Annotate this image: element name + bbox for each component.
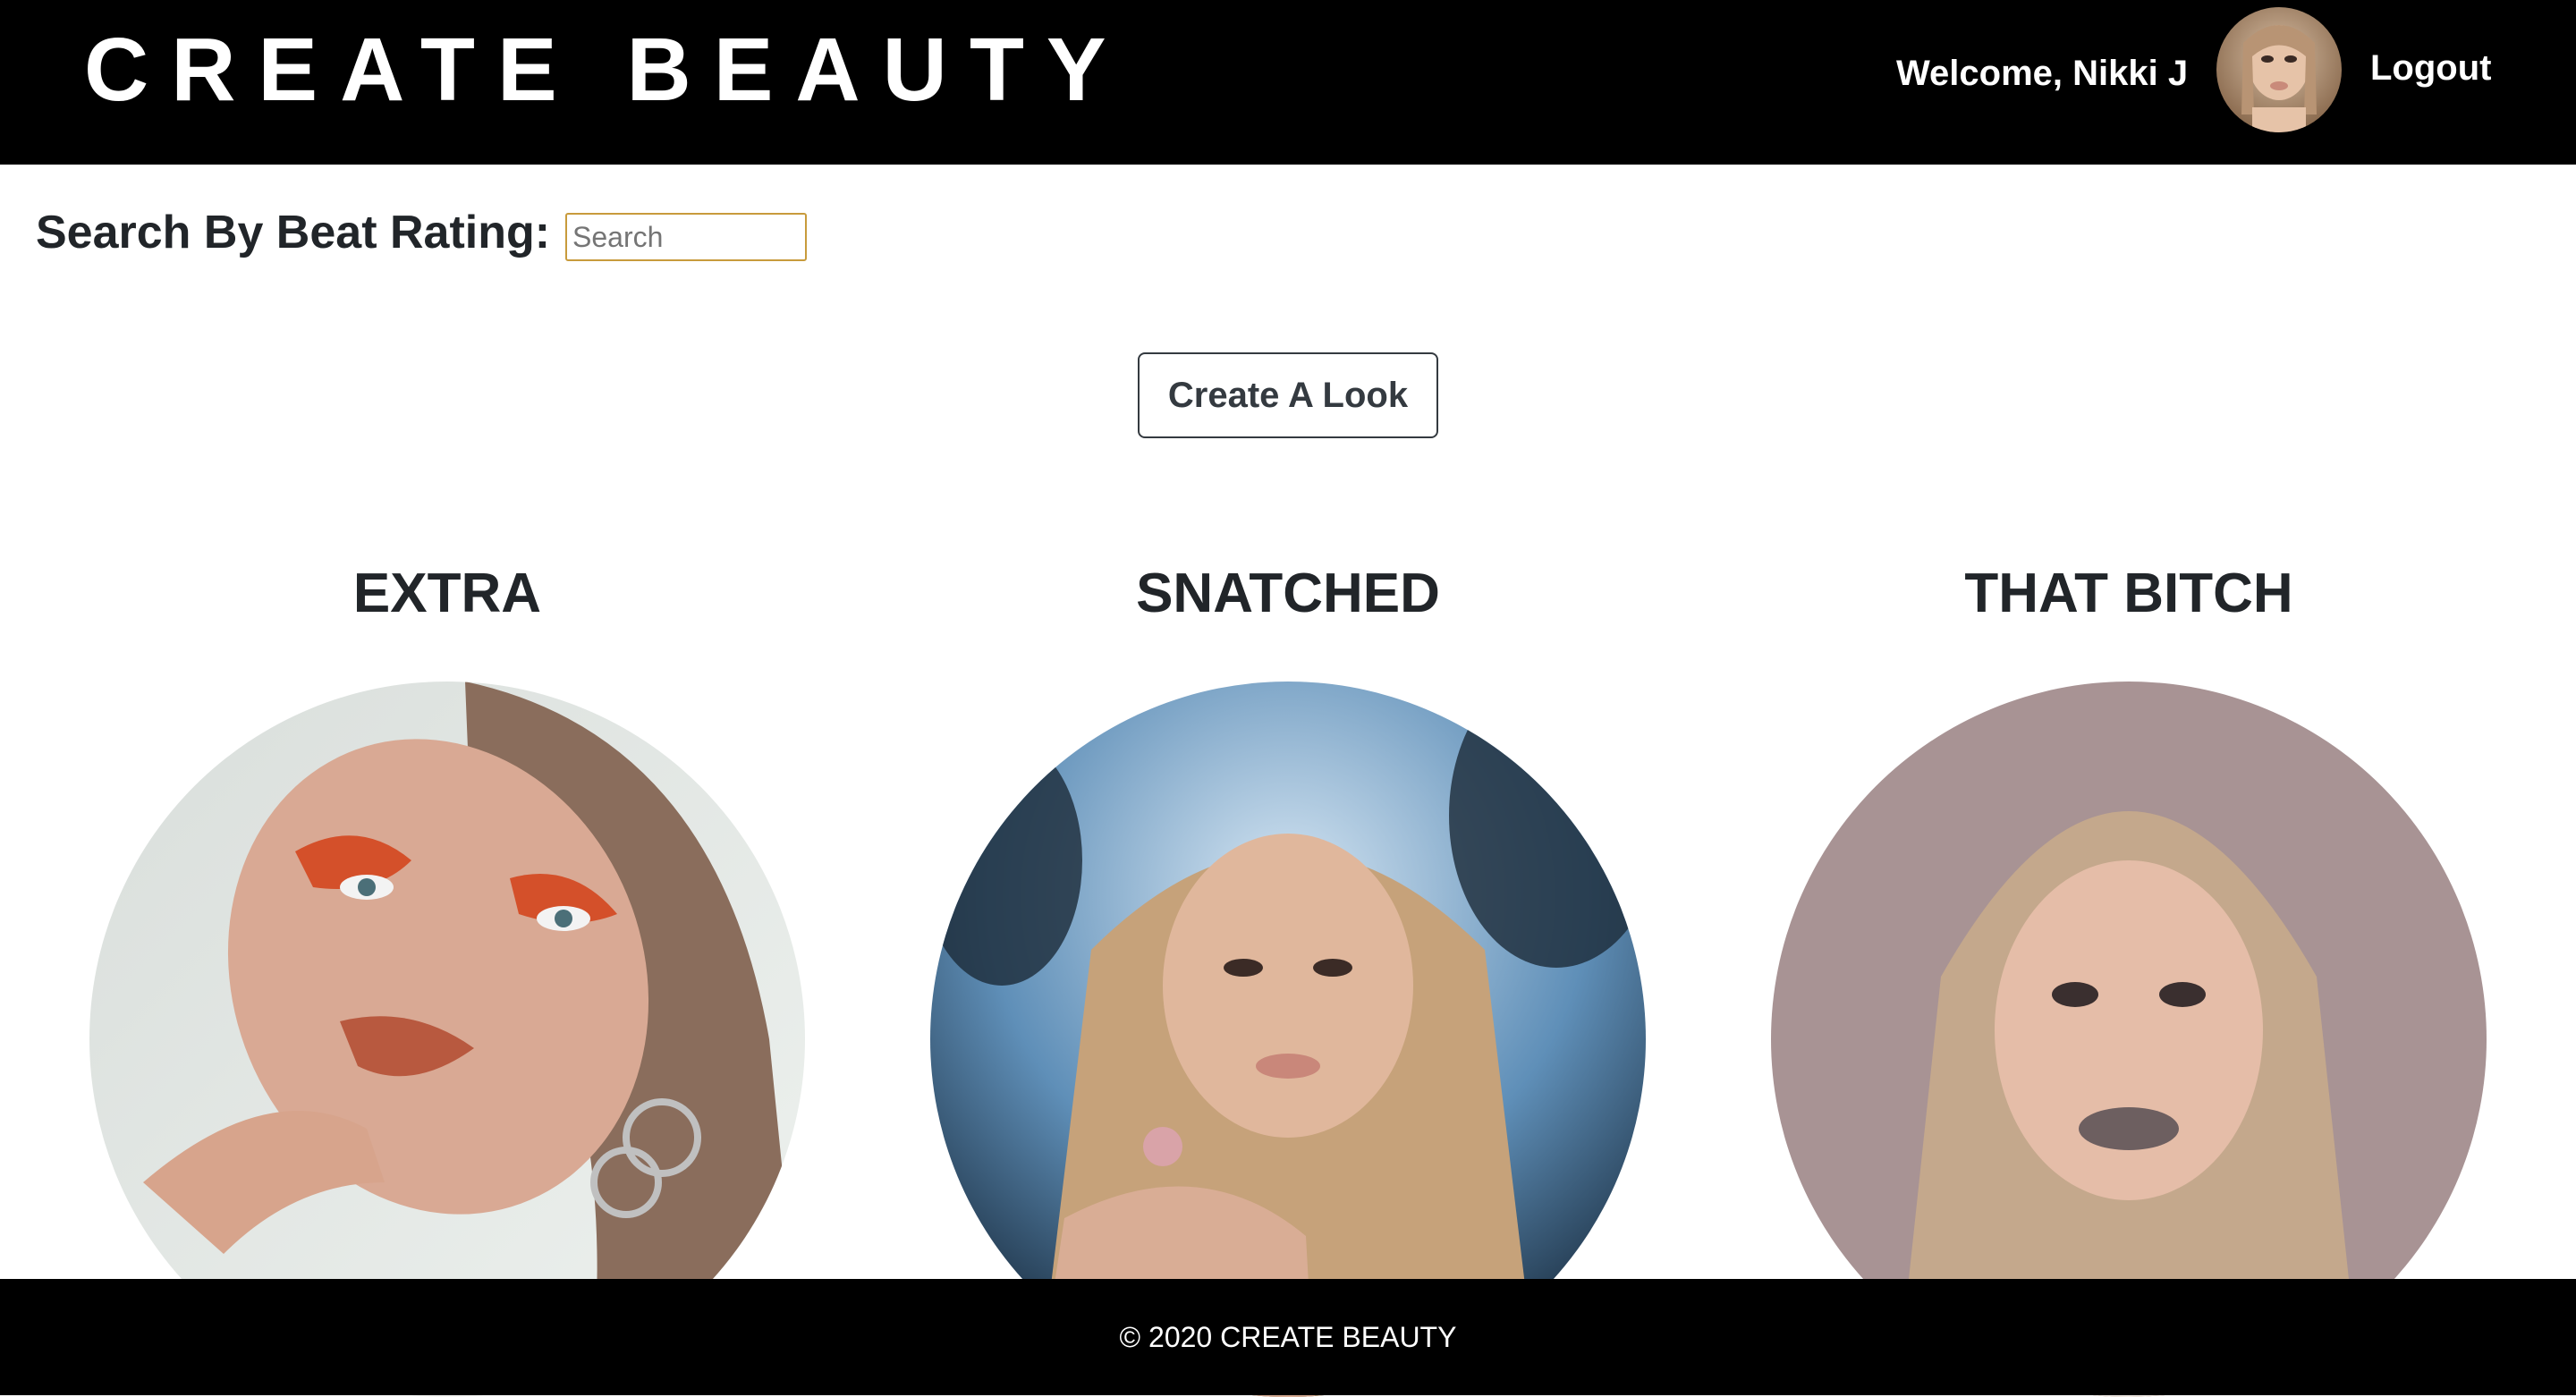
create-look-button[interactable]: Create A Look [1138,352,1438,438]
look-title-snatched: SNATCHED [1136,563,1440,624]
look-title-extra: EXTRA [352,563,542,624]
user-avatar[interactable] [2216,7,2342,132]
site-footer: © 2020 CREATE BEAUTY [0,1279,2576,1395]
search-label: Search By Beat Rating: [36,207,551,258]
brand-logo[interactable]: CREATE BEAUTY [84,25,1129,114]
welcome-text: Welcome, Nikki J [1896,54,2189,93]
logout-link[interactable]: Logout [2370,47,2492,89]
search-input[interactable] [565,213,807,261]
footer-copyright: © 2020 CREATE BEAUTY [1119,1321,1457,1353]
look-title-that-bitch: THAT BITCH [1964,563,2293,624]
site-header: CREATE BEAUTY Welcome, Nikki J Logout [0,0,2576,165]
